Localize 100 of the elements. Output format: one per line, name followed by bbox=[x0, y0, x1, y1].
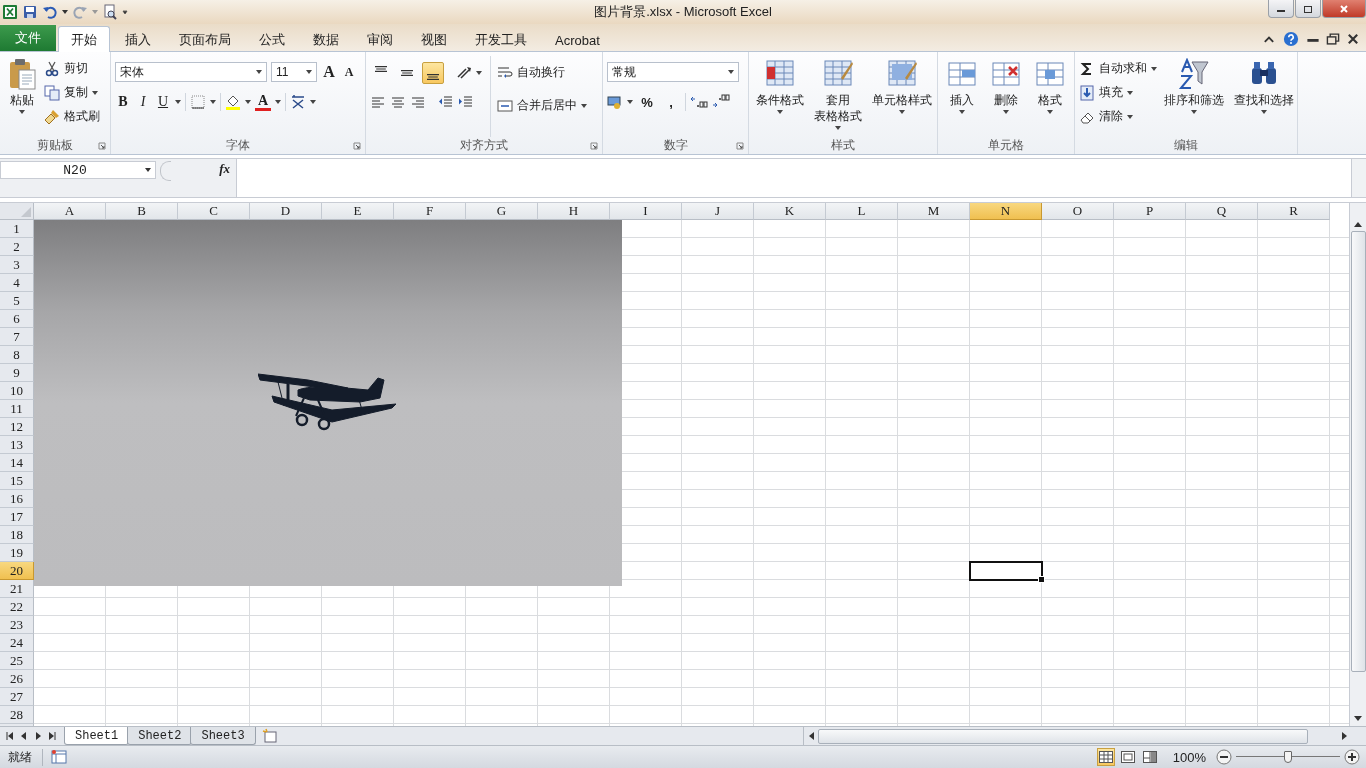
view-mode-button[interactable] bbox=[1118, 748, 1137, 766]
column-header[interactable]: G bbox=[466, 203, 538, 220]
editing-menu-button[interactable]: 排序和筛选 bbox=[1161, 56, 1227, 137]
scrollbar-thumb[interactable] bbox=[818, 728, 1308, 744]
row-header[interactable]: 2 bbox=[0, 238, 34, 256]
phonetic-icon[interactable] bbox=[290, 94, 306, 110]
row-header[interactable]: 8 bbox=[0, 346, 34, 364]
clipboard-button[interactable]: 格式刷 bbox=[44, 106, 100, 127]
column-header[interactable]: N bbox=[970, 203, 1042, 220]
row-header[interactable]: 6 bbox=[0, 310, 34, 328]
row-header[interactable]: 9 bbox=[0, 364, 34, 382]
borders-icon[interactable] bbox=[190, 94, 206, 110]
wrap-text-button[interactable]: 自动换行 bbox=[497, 62, 587, 83]
caret-icon[interactable] bbox=[275, 100, 281, 104]
dialog-launcher-icon[interactable] bbox=[736, 142, 744, 150]
column-header[interactable]: D bbox=[250, 203, 322, 220]
zoom-level[interactable]: 100% bbox=[1172, 749, 1206, 765]
scroll-right-icon[interactable] bbox=[1342, 732, 1348, 740]
next-sheet-icon[interactable] bbox=[34, 732, 42, 740]
row-header[interactable]: 14 bbox=[0, 454, 34, 472]
caret-icon[interactable] bbox=[175, 100, 181, 104]
editing-menu-button[interactable]: 查找和选择 bbox=[1231, 56, 1297, 137]
ribbon-tab[interactable]: 插入 bbox=[112, 27, 164, 52]
font-size-dropdown[interactable]: 11 bbox=[271, 62, 317, 82]
row-header[interactable]: 20 bbox=[0, 562, 34, 580]
clipboard-button[interactable]: 剪切 bbox=[44, 58, 100, 79]
orientation-icon[interactable] bbox=[456, 65, 472, 81]
restore-button[interactable] bbox=[1295, 0, 1321, 18]
ribbon-tab[interactable]: 开始 bbox=[58, 26, 110, 52]
caret-icon[interactable] bbox=[476, 71, 482, 75]
style-button[interactable]: 单元格样式 bbox=[869, 56, 935, 137]
row-header[interactable]: 19 bbox=[0, 544, 34, 562]
font-name-dropdown[interactable]: 宋体 bbox=[115, 62, 267, 82]
row-header[interactable]: 24 bbox=[0, 634, 34, 652]
column-header[interactable]: M bbox=[898, 203, 970, 220]
column-header[interactable]: C bbox=[178, 203, 250, 220]
undo-icon[interactable] bbox=[42, 4, 58, 20]
currency-icon[interactable] bbox=[607, 94, 623, 110]
row-header[interactable]: 16 bbox=[0, 490, 34, 508]
cells-button[interactable]: 格式 bbox=[1031, 56, 1069, 137]
column-header[interactable]: Q bbox=[1186, 203, 1258, 220]
row-header[interactable]: 12 bbox=[0, 418, 34, 436]
editing-button[interactable]: 清除 bbox=[1079, 106, 1157, 127]
zoom-slider-thumb[interactable] bbox=[1284, 751, 1292, 763]
dialog-launcher-icon[interactable] bbox=[98, 142, 106, 150]
first-sheet-icon[interactable] bbox=[6, 732, 14, 740]
cells-button[interactable]: 插入 bbox=[943, 56, 981, 137]
row-header[interactable]: 27 bbox=[0, 688, 34, 706]
previous-sheet-icon[interactable] bbox=[20, 732, 28, 740]
column-header[interactable]: E bbox=[322, 203, 394, 220]
cells-button[interactable]: 删除 bbox=[987, 56, 1025, 137]
ribbon-tab[interactable]: 页面布局 bbox=[166, 27, 244, 52]
vertical-scrollbar[interactable] bbox=[1349, 203, 1366, 726]
scroll-up-icon[interactable] bbox=[1354, 221, 1362, 227]
editing-button[interactable]: 填充 bbox=[1079, 82, 1157, 103]
print-preview-icon[interactable] bbox=[102, 4, 118, 20]
scrollbar-thumb[interactable] bbox=[1350, 231, 1366, 672]
row-header[interactable]: 3 bbox=[0, 256, 34, 274]
zoom-out-icon[interactable] bbox=[1216, 749, 1232, 765]
editing-button[interactable]: 自动求和 bbox=[1079, 58, 1157, 79]
save-icon[interactable] bbox=[22, 4, 38, 20]
record-macro-icon[interactable] bbox=[51, 749, 67, 765]
ribbon-tab[interactable]: 数据 bbox=[300, 27, 352, 52]
align-center-icon[interactable] bbox=[390, 94, 406, 110]
align-right-icon[interactable] bbox=[410, 94, 426, 110]
column-header[interactable]: R bbox=[1258, 203, 1330, 220]
minimize-button[interactable] bbox=[1268, 0, 1294, 18]
style-button[interactable]: 套用 表格格式 bbox=[811, 56, 865, 137]
percent-button[interactable]: % bbox=[637, 92, 657, 112]
scroll-left-icon[interactable] bbox=[808, 732, 814, 740]
row-header[interactable]: 10 bbox=[0, 382, 34, 400]
ribbon-tab[interactable]: 审阅 bbox=[354, 27, 406, 52]
ribbon-tab[interactable]: Acrobat bbox=[542, 27, 613, 52]
column-header[interactable]: F bbox=[394, 203, 466, 220]
decrease-decimal-icon[interactable] bbox=[712, 94, 730, 110]
row-header[interactable]: 18 bbox=[0, 526, 34, 544]
dialog-launcher-icon[interactable] bbox=[353, 142, 361, 150]
customize-toolbar-icon[interactable] bbox=[122, 10, 128, 14]
paste-button[interactable]: 粘贴 bbox=[4, 56, 40, 137]
clipboard-button[interactable]: 复制 bbox=[44, 82, 100, 103]
help-icon[interactable] bbox=[1282, 31, 1300, 47]
column-header[interactable]: B bbox=[106, 203, 178, 220]
column-header[interactable]: P bbox=[1114, 203, 1186, 220]
caret-icon[interactable] bbox=[310, 100, 316, 104]
style-button[interactable]: 条件格式 bbox=[753, 56, 807, 137]
underline-button[interactable]: U bbox=[155, 92, 171, 112]
row-header[interactable]: 4 bbox=[0, 274, 34, 292]
bold-button[interactable]: B bbox=[115, 92, 131, 112]
insert-function-button[interactable]: fx bbox=[219, 161, 230, 177]
merge-center-button[interactable]: 合并后居中 bbox=[497, 95, 587, 116]
vertical-align-button[interactable] bbox=[422, 62, 444, 84]
row-header[interactable]: 11 bbox=[0, 400, 34, 418]
view-mode-button[interactable] bbox=[1096, 748, 1115, 766]
number-format-dropdown[interactable]: 常规 bbox=[607, 62, 739, 82]
italic-button[interactable]: I bbox=[135, 92, 151, 112]
align-left-icon[interactable] bbox=[370, 94, 386, 110]
row-header[interactable]: 28 bbox=[0, 706, 34, 724]
increase-indent-icon[interactable] bbox=[458, 94, 474, 110]
ribbon-tab[interactable]: 视图 bbox=[408, 27, 460, 52]
view-mode-button[interactable] bbox=[1140, 748, 1159, 766]
